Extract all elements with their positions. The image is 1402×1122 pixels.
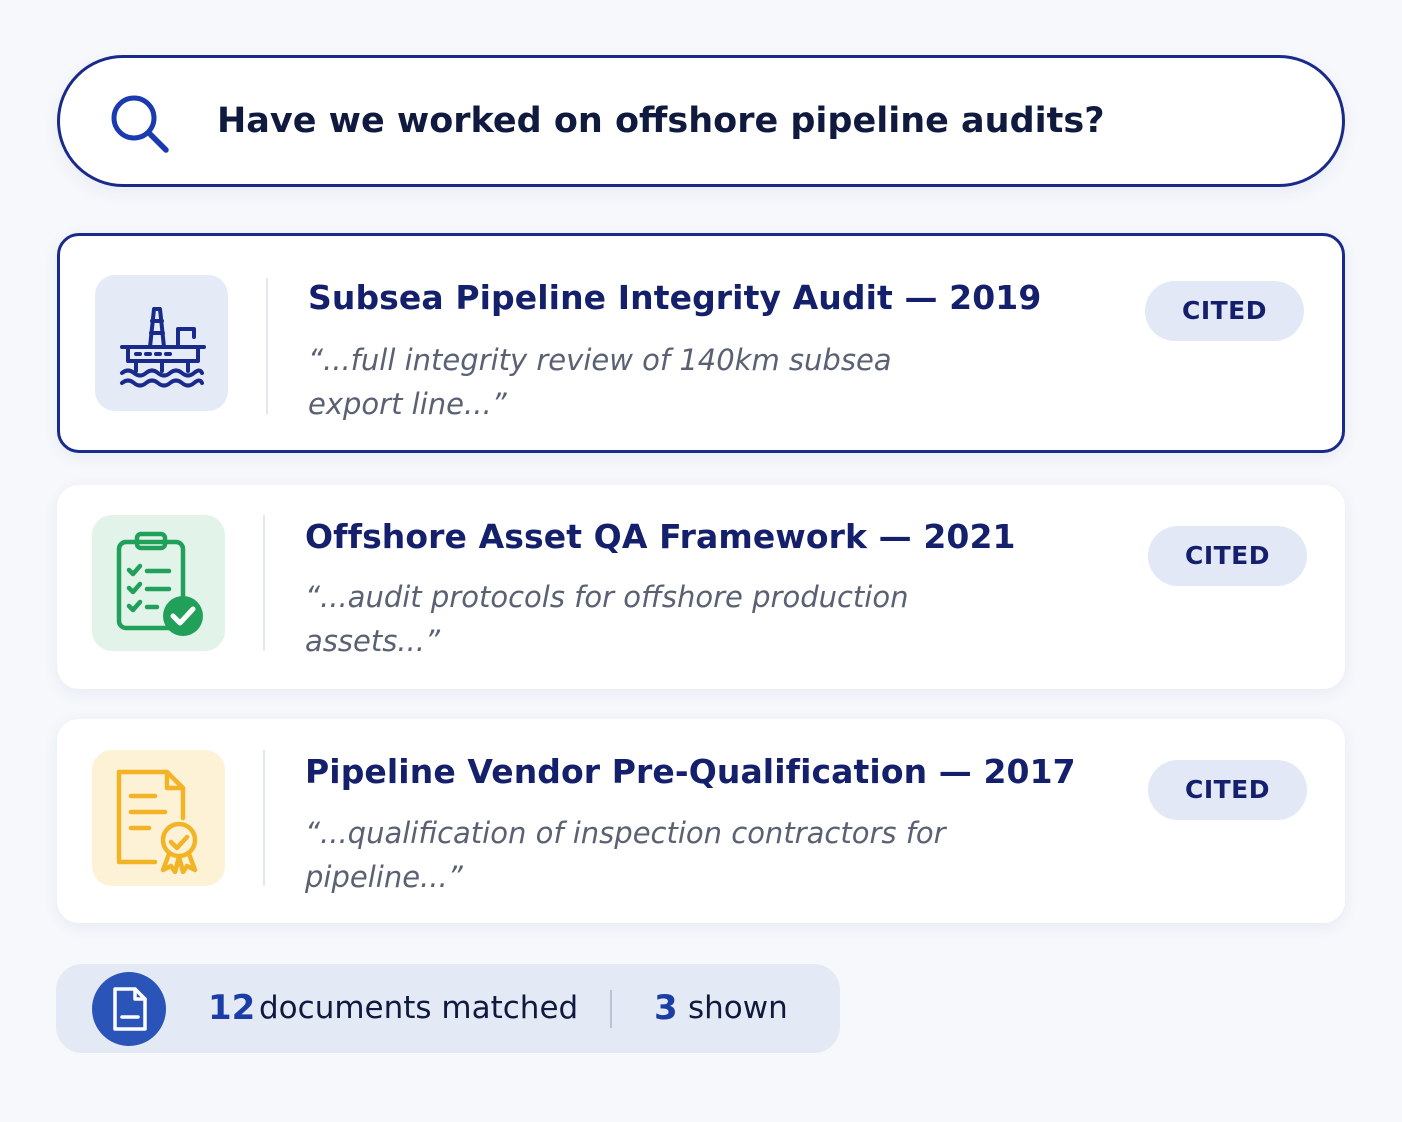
search-icon[interactable] [108,92,172,156]
result-icon-tile [92,515,225,651]
card-divider [266,278,268,414]
card-divider [263,515,265,651]
matched-count: 12 [208,988,256,1028]
result-card[interactable]: Offshore Asset QA Framework — 2021 “...a… [57,485,1345,689]
search-bar[interactable]: Have we worked on offshore pipeline audi… [57,55,1345,187]
search-input[interactable]: Have we worked on offshore pipeline audi… [217,58,1105,184]
stats-divider [610,990,612,1028]
cited-badge: CITED [1145,281,1304,341]
result-icon-tile [95,275,228,411]
shown-count: 3 [654,988,678,1028]
result-snippet: “...audit protocols for offshore product… [305,580,909,658]
result-card[interactable]: Subsea Pipeline Integrity Audit — 2019 “… [57,233,1345,453]
clipboard-check-icon [116,531,203,636]
card-divider [263,750,265,886]
document-icon [113,987,147,1031]
result-title[interactable]: Pipeline Vendor Pre-Qualification — 2017 [305,752,1076,791]
certificate-document-icon [116,769,197,874]
shown-label: shown [688,990,788,1026]
result-snippet: “...full integrity review of 140km subse… [308,343,892,421]
matched-label: documents matched [259,990,579,1026]
result-icon-tile [92,750,225,886]
cited-badge: CITED [1148,760,1307,820]
result-card[interactable]: Pipeline Vendor Pre-Qualification — 2017… [57,719,1345,923]
result-title[interactable]: Offshore Asset QA Framework — 2021 [305,517,1016,556]
offshore-platform-icon [119,307,206,388]
cited-badge: CITED [1148,526,1307,586]
document-icon-badge [92,972,166,1046]
result-snippet: “...qualification of inspection contract… [305,816,946,894]
results-summary: 12 documents matched 3 shown [56,964,840,1053]
result-title[interactable]: Subsea Pipeline Integrity Audit — 2019 [308,278,1041,317]
